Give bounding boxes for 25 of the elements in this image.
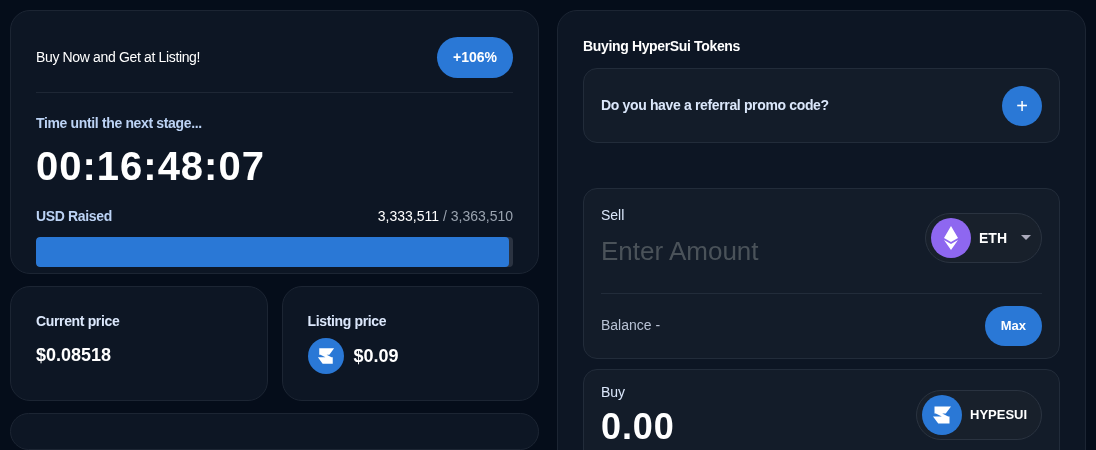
price-label: Listing price <box>307 312 388 332</box>
price-label: Current price <box>36 312 121 332</box>
sell-label: Sell <box>601 206 626 225</box>
buy-label: Buy <box>601 383 627 402</box>
caret-icon <box>1021 235 1031 241</box>
buy-amount: 0.00 <box>601 409 675 445</box>
countdown-timer: 00:16:48:07 <box>36 144 266 188</box>
add-promo-button[interactable]: + <box>1002 85 1042 126</box>
raised-goal: / 3,363,510 <box>442 208 513 224</box>
promo-text: Buy Now and Get at Listing! <box>36 48 201 67</box>
referral-text: Do you have a referral promo code? <box>601 96 829 115</box>
ethereum-icon <box>931 218 971 258</box>
balance-label: Balance - <box>601 316 661 336</box>
token-selector[interactable]: HYPESUI <box>916 390 1042 440</box>
token-logo-icon <box>307 338 344 375</box>
bonus-badge: +106% <box>437 37 513 78</box>
price-value: $0.09 <box>353 344 399 368</box>
token-selector[interactable]: ETH <box>925 213 1042 263</box>
price-value: $0.08518 <box>36 344 112 368</box>
max-button[interactable]: Max <box>984 306 1042 346</box>
raised-label: USD Raised <box>36 207 112 226</box>
timer-label: Time until the next stage... <box>36 114 203 133</box>
raised-amount: 3,333,511 <box>377 208 440 224</box>
token-logo-icon <box>922 395 962 435</box>
panel-title: Buying HyperSui Tokens <box>583 37 741 56</box>
